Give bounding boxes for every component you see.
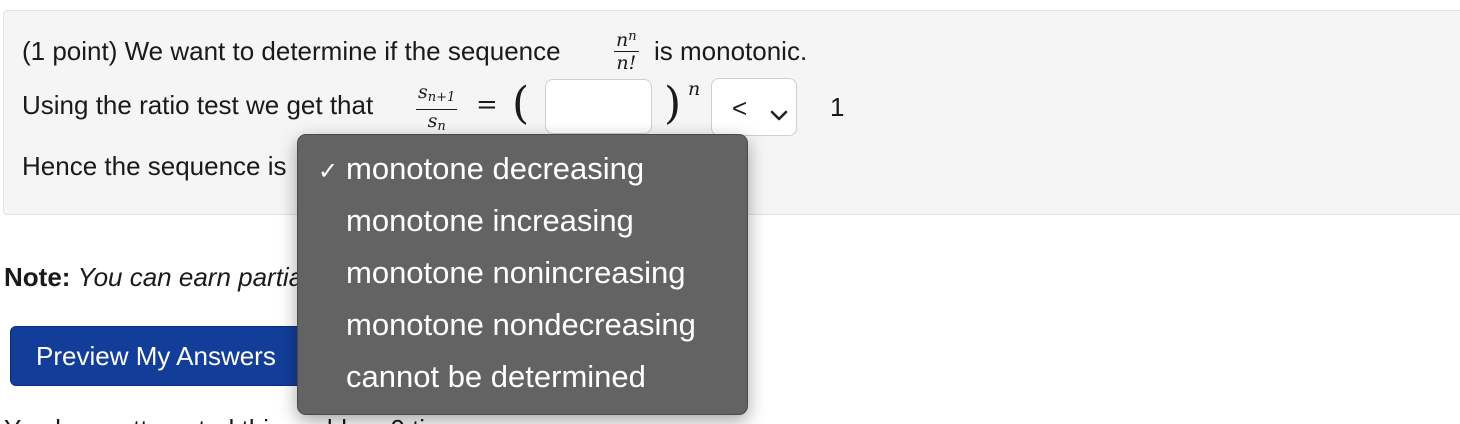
sequence-intro-text: (1 point) We want to determine if the se… [22,36,561,66]
dropdown-option-cannot-be-determined[interactable]: cannot be determined [346,359,646,395]
open-paren: ( [512,78,530,129]
comparison-selected-value: < [732,93,748,123]
sequence-outro: is monotonic. [654,36,807,67]
note-label: Note: [4,262,71,292]
ratio-numerator-sub: n+1 [427,90,456,105]
sequence-type-dropdown-menu[interactable]: ✓ monotone decreasing monotone increasin… [297,134,748,415]
dropdown-option-monotone-increasing[interactable]: monotone increasing [346,203,634,239]
sequence-denominator: n! [616,52,637,74]
sequence-numerator: n [616,29,629,51]
problem-line-3: Hence the sequence is [22,151,287,182]
chevron-down-icon [770,99,788,130]
ratio-rhs-value: 1 [830,92,845,122]
sequence-fraction: nn n! [614,26,639,74]
ratio-denominator: s [427,110,438,132]
close-paren: ) [664,78,682,129]
problem-line-1: (1 point) We want to determine if the se… [22,36,561,67]
page: (1 point) We want to determine if the se… [0,0,1460,424]
sequence-numerator-exponent: n [628,29,637,44]
problem-line-2: Using the ratio test we get that [22,90,373,121]
equals-sign: = [476,90,498,120]
preview-answers-button[interactable]: Preview My Answers [10,326,320,386]
dropdown-option-monotone-nonincreasing[interactable]: monotone nonincreasing [346,255,686,291]
sequence-outro-text: is monotonic. [654,36,808,66]
conclusion-intro-text: Hence the sequence is [22,151,287,181]
ratio-numerator: s [418,81,428,103]
dropdown-option-monotone-decreasing[interactable]: monotone decreasing [346,151,644,187]
ratio-answer-input[interactable] [545,79,652,134]
attempts-text: You have attempted this problem 0 times. [4,414,481,424]
checkmark-icon: ✓ [318,158,339,185]
ratio-exponent: n [688,78,701,100]
ratio-intro-text: Using the ratio test we get that [22,90,374,120]
comparison-select[interactable]: < [711,78,797,136]
ratio-denominator-sub: n [437,119,446,134]
dropdown-option-monotone-nondecreasing[interactable]: monotone nondecreasing [346,307,696,343]
ratio-fraction: sn+1 sn [416,81,458,138]
